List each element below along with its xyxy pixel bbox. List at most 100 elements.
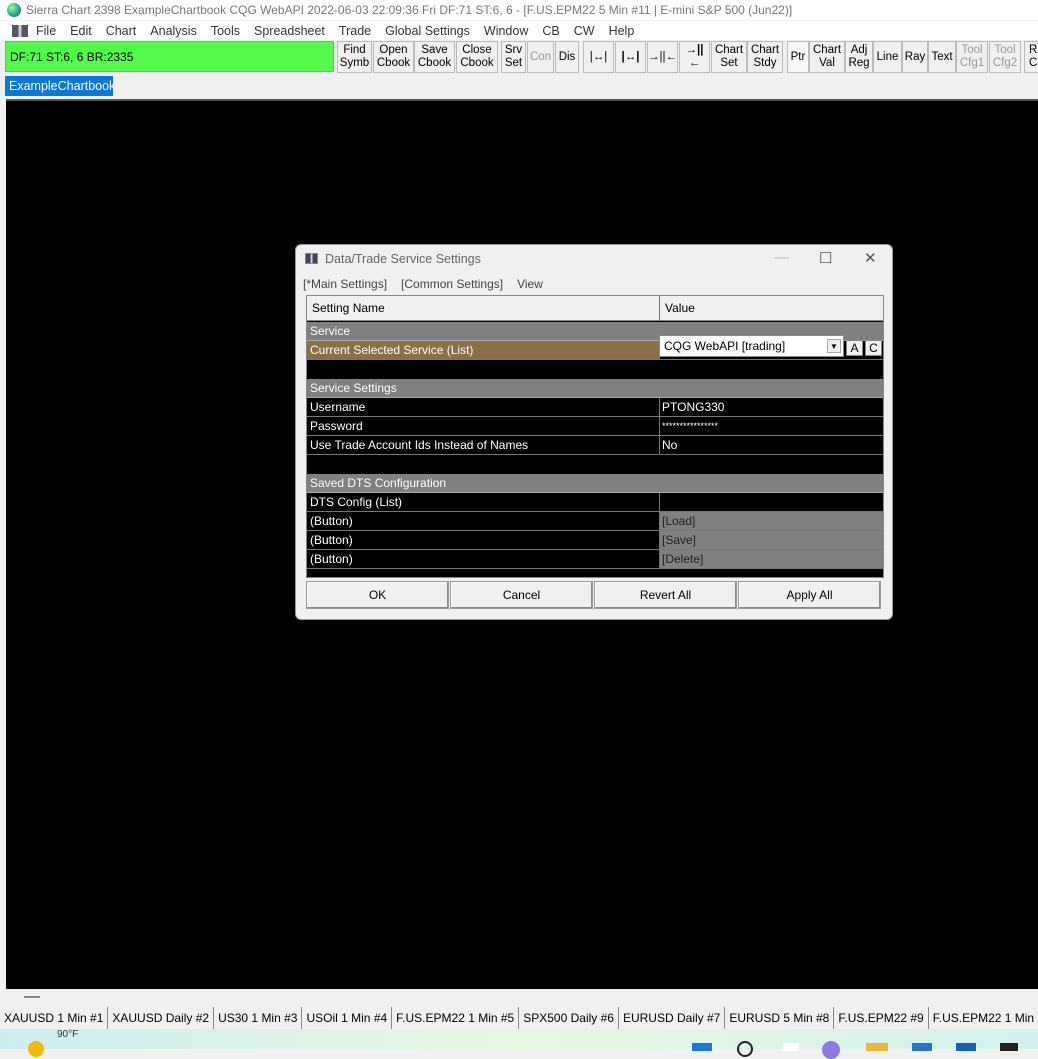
disconnect-button[interactable]: Dis <box>555 41 579 73</box>
minimize-icon[interactable]: — <box>774 249 789 266</box>
label: Cbook <box>417 57 452 69</box>
task-view-icon[interactable] <box>783 1043 799 1051</box>
minimize-icon[interactable] <box>24 996 40 998</box>
menu-file[interactable]: File <box>36 24 56 38</box>
revert-all-button[interactable]: Revert All <box>594 581 737 609</box>
data-trade-service-settings-dialog: Data/Trade Service Settings — ☐ ✕ [*Main… <box>295 244 893 620</box>
save-config-button[interactable]: [Save] <box>660 531 883 550</box>
label: Cbook <box>376 57 411 69</box>
scroll-expand-bold-icon[interactable]: |↔| <box>615 41 646 73</box>
app-icon[interactable] <box>956 1043 976 1051</box>
menu-chart[interactable]: Chart <box>106 24 137 38</box>
load-button[interactable]: [Load] <box>660 512 883 531</box>
tool-config1-button[interactable]: Tool Cfg1 <box>956 41 988 73</box>
search-icon[interactable] <box>737 1041 753 1057</box>
compress-bold-icon[interactable]: →||← <box>679 41 710 73</box>
menu-common-settings[interactable]: [Common Settings] <box>401 277 503 291</box>
menu-spreadsheet[interactable]: Spreadsheet <box>254 24 325 38</box>
chartbook-tab[interactable]: ExampleChartbook <box>5 76 115 96</box>
horizontal-scrollbar[interactable] <box>6 989 1038 1006</box>
setting-name: (Button) <box>307 550 660 569</box>
dts-config-row[interactable]: DTS Config (List) <box>307 493 883 512</box>
rp-button[interactable]: RpC <box>1024 41 1038 73</box>
menu-analysis[interactable]: Analysis <box>150 24 197 38</box>
menu-edit[interactable]: Edit <box>70 24 92 38</box>
label: Close <box>462 44 492 56</box>
chart-tab[interactable]: USOil 1 Min #4 <box>302 1007 393 1029</box>
tool-config2-button[interactable]: Tool Cfg2 <box>989 41 1021 73</box>
ray-tool-button[interactable]: Ray <box>902 41 928 73</box>
adjust-region-button[interactable]: Adj Reg <box>845 41 873 73</box>
chart-values-button[interactable]: Chart Val <box>809 41 845 73</box>
save-chartbook-button[interactable]: Save Cbook <box>414 41 455 73</box>
cancel-button[interactable]: Cancel <box>450 581 593 609</box>
label: Adj <box>850 44 868 56</box>
c-button[interactable]: C <box>865 340 882 356</box>
col-value: Value <box>660 296 883 321</box>
weather-sun-icon[interactable] <box>28 1041 44 1057</box>
chevron-down-icon[interactable]: ▼ <box>827 339 841 353</box>
menu-cw[interactable]: CW <box>574 24 595 38</box>
chart-settings-button[interactable]: Chart Set <box>711 41 747 73</box>
close-chartbook-button[interactable]: Close Cbook <box>456 41 498 73</box>
file-explorer-icon[interactable] <box>866 1043 888 1051</box>
compress-icon[interactable]: →||← <box>647 41 678 73</box>
apply-all-button[interactable]: Apply All <box>738 581 881 609</box>
chart-tab[interactable]: F.US.EPM22 #9 <box>834 1007 929 1029</box>
menu-tools[interactable]: Tools <box>211 24 240 38</box>
delete-config-button[interactable]: [Delete] <box>660 550 883 569</box>
chart-tab[interactable]: F.US.EPM22 1 Min #5 <box>392 1007 520 1029</box>
open-chartbook-button[interactable]: Open Cbook <box>373 41 414 73</box>
line-tool-button[interactable]: Line <box>873 41 902 73</box>
chart-tab[interactable]: F.US.EPM22 1 Min <box>929 1007 1038 1029</box>
menu-global-settings[interactable]: Global Settings <box>385 24 470 38</box>
menu-help[interactable]: Help <box>609 24 635 38</box>
maximize-icon[interactable]: ☐ <box>819 249 832 267</box>
ok-button[interactable]: OK <box>306 581 449 609</box>
close-icon[interactable]: ✕ <box>864 249 877 267</box>
settings-grid: Setting Name Value Service Current Select… <box>306 295 884 578</box>
chart-tab[interactable]: EURUSD Daily #7 <box>619 1007 726 1029</box>
scroll-expand-icon[interactable]: |↔| <box>583 41 614 73</box>
username-value[interactable]: PTONG330 <box>660 398 883 417</box>
password-value[interactable]: **************** <box>660 417 883 436</box>
menu-main-settings[interactable]: [*Main Settings] <box>303 277 387 291</box>
menu-bar: File Edit Chart Analysis Tools Spreadshe… <box>0 21 1038 40</box>
pointer-tool-button[interactable]: Ptr <box>787 41 809 73</box>
chart-tab[interactable]: US30 1 Min #3 <box>214 1007 303 1029</box>
chart-tab[interactable]: SPX500 Daily #6 <box>519 1007 619 1029</box>
load-row[interactable]: (Button) [Load] <box>307 512 883 531</box>
chart-tab[interactable]: EURUSD 5 Min #8 <box>725 1007 835 1029</box>
menu-trade[interactable]: Trade <box>339 24 371 38</box>
chat-icon[interactable] <box>822 1041 840 1059</box>
chart-studies-button[interactable]: Chart Stdy <box>747 41 783 73</box>
app-menu-icon[interactable] <box>12 24 28 37</box>
app-icon[interactable] <box>1000 1043 1018 1051</box>
store-icon[interactable] <box>912 1043 932 1051</box>
weather-temp[interactable]: 90°F <box>57 1029 78 1040</box>
service-select[interactable]: CQG WebAPI [trading] ▼ <box>659 335 844 357</box>
username-row[interactable]: Username PTONG330 <box>307 398 883 417</box>
dts-config-value[interactable] <box>660 493 883 512</box>
delete-row[interactable]: (Button) [Delete] <box>307 550 883 569</box>
menu-view[interactable]: View <box>517 277 543 291</box>
password-row[interactable]: Password **************** <box>307 417 883 436</box>
chart-tab[interactable]: XAUUSD 1 Min #1 <box>0 1007 109 1029</box>
a-button[interactable]: A <box>846 340 863 356</box>
label: Tool <box>994 44 1016 56</box>
trade-account-ids-value[interactable]: No <box>660 436 883 455</box>
trade-account-ids-row[interactable]: Use Trade Account Ids Instead of Names No <box>307 436 883 455</box>
section-service-settings: Service Settings <box>307 379 883 398</box>
find-symbol-button[interactable]: Find Symb <box>337 41 372 73</box>
text-tool-button[interactable]: Text <box>928 41 956 73</box>
window-title: Sierra Chart 2398 ExampleChartbook CQG W… <box>0 0 1038 20</box>
start-icon[interactable] <box>692 1043 712 1051</box>
chart-tab[interactable]: XAUUSD Daily #2 <box>108 1007 215 1029</box>
label: Set <box>504 57 523 69</box>
menu-window[interactable]: Window <box>484 24 528 38</box>
connect-button[interactable]: Con <box>527 41 554 73</box>
save-row[interactable]: (Button) [Save] <box>307 531 883 550</box>
menu-cb[interactable]: CB <box>542 24 559 38</box>
server-settings-button[interactable]: Srv Set <box>501 41 526 73</box>
label: C <box>1029 57 1038 69</box>
